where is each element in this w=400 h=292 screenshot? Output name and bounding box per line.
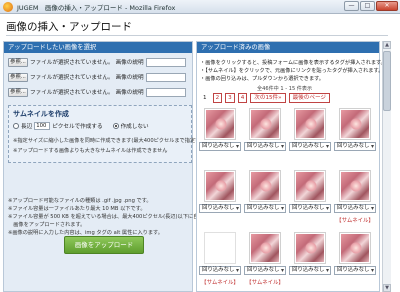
pixel-text: ピクセルで作成する bbox=[52, 124, 103, 130]
thumbnail-options: サムネイルを作成 長辺 100 ピクセルで作成する 作成しない ※指定サイズに縮… bbox=[8, 105, 208, 163]
scroll-thumb[interactable] bbox=[383, 51, 391, 111]
last-page-link[interactable]: 最後のページ bbox=[288, 93, 331, 103]
description-field[interactable] bbox=[145, 57, 186, 67]
uploaded-image[interactable] bbox=[340, 109, 370, 139]
thumbnail-link[interactable]: 【サムネイル】 bbox=[334, 216, 376, 224]
uploaded-image[interactable] bbox=[250, 109, 280, 139]
browse-button[interactable]: 参照... bbox=[8, 72, 28, 82]
long-side-label: 長辺 bbox=[21, 124, 33, 130]
close-button[interactable]: ✕ bbox=[376, 1, 398, 11]
uploaded-image[interactable] bbox=[295, 171, 325, 201]
pager-info: 全46件中 1 - 15 件表示 bbox=[257, 86, 313, 92]
instruction-line: ・【サムネイル】をクリックで、元画像にリンクを貼ったタグが挿入されます。 bbox=[200, 68, 384, 74]
instruction-line: ・画像をクリックすると、投稿フォームに画像を表示するタグが挿入されます。 bbox=[200, 60, 386, 66]
maximize-button[interactable]: □ bbox=[360, 1, 375, 11]
window-controls: — □ ✕ bbox=[344, 1, 398, 11]
description-field[interactable] bbox=[145, 87, 186, 97]
uploaded-image-cell: 回り込みなし bbox=[289, 109, 331, 167]
uploaded-panel-header: アップロード済みの画像 bbox=[197, 42, 379, 53]
uploaded-image[interactable] bbox=[205, 171, 235, 201]
minimize-button[interactable]: — bbox=[344, 1, 359, 11]
file-row: 参照... ファイルが選択されていません。 画像の説明 bbox=[8, 87, 186, 97]
wrap-select[interactable]: 回り込みなし bbox=[244, 142, 286, 151]
thumbnail-title: サムネイルを作成 bbox=[13, 110, 69, 118]
upload-panel: アップロードしたい画像を選択 参照... ファイルが選択されていません。 画像の… bbox=[3, 41, 229, 292]
upload-note: 画像をアップロードされます。 bbox=[8, 222, 86, 228]
page-title: 画像の挿入・アップロード bbox=[6, 21, 132, 33]
no-thumbnail-radio[interactable] bbox=[112, 123, 119, 129]
wrap-select[interactable]: 回り込みなし bbox=[199, 266, 241, 275]
window-title: JUGEM 画像の挿入・アップロード - Mozilla Firefox bbox=[17, 3, 176, 12]
desc-label: 画像の説明 bbox=[115, 60, 144, 66]
no-thumbnail-label: 作成しない bbox=[120, 124, 149, 130]
desc-label: 画像の説明 bbox=[115, 90, 144, 96]
uploaded-image-cell: 回り込みなし bbox=[199, 171, 241, 229]
thumbnail-option-row: 長辺 100 ピクセルで作成する 作成しない bbox=[13, 122, 149, 130]
wrap-select[interactable]: 回り込みなし bbox=[199, 204, 241, 213]
upload-note: ※画像の説明に入力した内容は、img タグの alt 属性に入ります。 bbox=[8, 230, 163, 236]
title-divider bbox=[6, 35, 388, 36]
upload-note: ※ファイル容量は一ファイルあたり最大 10 MB 以下です。 bbox=[8, 206, 146, 212]
wrap-select[interactable]: 回り込みなし bbox=[289, 266, 331, 275]
uploaded-image-cell: 回り込みなし bbox=[244, 171, 286, 229]
scroll-up-arrow-icon[interactable]: ▲ bbox=[383, 41, 391, 49]
uploaded-image-cell: 回り込みなし【サムネイル】 bbox=[334, 171, 376, 229]
uploaded-image[interactable] bbox=[295, 233, 325, 263]
uploaded-image-cell: 回り込みなし【サムネイル】 bbox=[244, 233, 286, 291]
uploaded-panel: アップロード済みの画像 ・画像をクリックすると、投稿フォームに画像を表示するタグ… bbox=[196, 41, 386, 292]
instruction-line: ・画像の回り込みは、プルダウンから選択できます。 bbox=[200, 76, 324, 82]
thumbnail-note: ※アップロードする画像よりも大きなサムネイルは作成できません bbox=[13, 148, 168, 154]
page-content: 画像の挿入・アップロード アップロードしたい画像を選択 参照... ファイルが選… bbox=[0, 14, 400, 292]
window-titlebar: JUGEM 画像の挿入・アップロード - Mozilla Firefox — □… bbox=[0, 0, 400, 14]
wrap-select[interactable]: 回り込みなし bbox=[289, 204, 331, 213]
uploaded-image-cell: 回り込みなし bbox=[289, 171, 331, 229]
uploaded-image[interactable] bbox=[295, 109, 325, 139]
wrap-select[interactable]: 回り込みなし bbox=[244, 204, 286, 213]
file-row: 参照... ファイルが選択されていません。 画像の説明 bbox=[8, 72, 186, 82]
browse-button[interactable]: 参照... bbox=[8, 87, 28, 97]
wrap-select[interactable]: 回り込みなし bbox=[244, 266, 286, 275]
uploaded-image-cell: 回り込みなし【サムネイル】 bbox=[199, 233, 241, 291]
thumbnail-link[interactable]: 【サムネイル】 bbox=[244, 278, 286, 286]
uploaded-image-cell: 回り込みなし bbox=[289, 233, 331, 291]
page-link-current: 1 bbox=[200, 93, 210, 103]
pager: 1 2 3 4 次の15件» 最後のページ bbox=[200, 93, 331, 103]
page-link[interactable]: 4 bbox=[237, 93, 248, 103]
file-row: 参照... ファイルが選択されていません。 画像の説明 bbox=[8, 57, 186, 67]
uploaded-image-cell: 回り込みなし bbox=[334, 233, 376, 291]
upload-panel-header: アップロードしたい画像を選択 bbox=[4, 42, 192, 53]
page-link[interactable]: 3 bbox=[225, 93, 235, 103]
scroll-down-arrow-icon[interactable]: ▼ bbox=[383, 284, 391, 292]
uploaded-image[interactable] bbox=[340, 171, 370, 201]
thumbnail-link[interactable]: 【サムネイル】 bbox=[199, 278, 241, 286]
long-side-radio[interactable] bbox=[13, 123, 19, 129]
uploaded-image[interactable] bbox=[250, 171, 280, 201]
description-field[interactable] bbox=[145, 72, 186, 82]
wrap-select[interactable]: 回り込みなし bbox=[199, 142, 241, 151]
wrap-select[interactable]: 回り込みなし bbox=[289, 142, 331, 151]
uploaded-image-cell: 回り込みなし bbox=[244, 109, 286, 167]
upload-note: ※アップロード可能なファイルの種類は .gif .jpg .png です。 bbox=[8, 198, 152, 204]
no-file-text: ファイルが選択されていません。 bbox=[30, 90, 114, 96]
browse-button[interactable]: 参照... bbox=[8, 57, 28, 67]
uploaded-image[interactable] bbox=[205, 233, 235, 263]
thumbnail-size-input[interactable]: 100 bbox=[34, 122, 51, 130]
page-link[interactable]: 2 bbox=[212, 93, 223, 103]
firefox-logo-icon bbox=[3, 1, 13, 12]
next-page-link[interactable]: 次の15件» bbox=[250, 93, 286, 103]
uploaded-image-cell: 回り込みなし bbox=[199, 109, 241, 167]
wrap-select[interactable]: 回り込みなし bbox=[334, 266, 376, 275]
wrap-select[interactable]: 回り込みなし bbox=[334, 142, 376, 151]
upload-button[interactable]: 画像をアップロード bbox=[64, 236, 144, 254]
no-file-text: ファイルが選択されていません。 bbox=[30, 60, 114, 66]
uploaded-image-cell: 回り込みなし bbox=[334, 109, 376, 167]
uploaded-image[interactable] bbox=[205, 109, 235, 139]
scrollbar[interactable]: ▲ ▼ bbox=[382, 41, 391, 292]
no-file-text: ファイルが選択されていません。 bbox=[30, 75, 114, 81]
thumbnail-note: ※指定サイズに縮小した画像を同時に作成できます(最大400ピクセルまで指定可)。 bbox=[13, 138, 208, 144]
uploaded-image[interactable] bbox=[340, 233, 370, 263]
uploaded-image[interactable] bbox=[250, 233, 280, 263]
desc-label: 画像の説明 bbox=[115, 75, 144, 81]
wrap-select[interactable]: 回り込みなし bbox=[334, 204, 376, 213]
